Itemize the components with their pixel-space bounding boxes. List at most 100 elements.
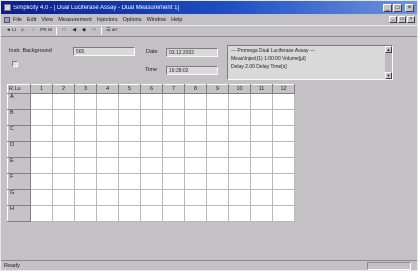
menu-injectors[interactable]: Injectors	[97, 17, 118, 23]
well-cell[interactable]	[52, 205, 75, 222]
well-cell[interactable]	[206, 109, 229, 126]
well-cell[interactable]	[30, 205, 53, 222]
row-header[interactable]: A	[7, 93, 31, 110]
well-cell[interactable]	[250, 189, 273, 206]
column-header[interactable]: 3	[74, 84, 97, 94]
well-cell[interactable]	[30, 157, 53, 174]
column-header[interactable]: 2	[52, 84, 75, 94]
well-cell[interactable]	[118, 189, 141, 206]
well-cell[interactable]	[250, 157, 273, 174]
well-cell[interactable]	[272, 125, 295, 142]
tool-button-5[interactable]: □	[60, 27, 68, 35]
well-cell[interactable]	[96, 157, 119, 174]
well-cell[interactable]	[184, 189, 207, 206]
row-header[interactable]: C	[7, 125, 31, 142]
notes-scrollbar[interactable]: ▲ ▼	[385, 46, 392, 79]
well-cell[interactable]	[272, 189, 295, 206]
row-header[interactable]: G	[7, 189, 31, 206]
well-cell[interactable]	[228, 205, 251, 222]
well-cell[interactable]	[162, 141, 185, 158]
well-cell[interactable]	[184, 173, 207, 190]
well-cell[interactable]	[272, 205, 295, 222]
row-header[interactable]: H	[7, 205, 31, 222]
column-header[interactable]: 11	[250, 84, 273, 94]
menu-window[interactable]: Window	[147, 17, 167, 23]
well-cell[interactable]	[250, 173, 273, 190]
menu-edit[interactable]: Edit	[27, 17, 36, 23]
well-cell[interactable]	[228, 189, 251, 206]
well-cell[interactable]	[162, 205, 185, 222]
doc-minimize-button[interactable]: _	[389, 16, 397, 23]
menu-options[interactable]: Options	[123, 17, 142, 23]
doc-close-button[interactable]: ×	[407, 16, 415, 23]
well-cell[interactable]	[250, 141, 273, 158]
well-cell[interactable]	[184, 93, 207, 110]
app-icon[interactable]	[4, 4, 11, 11]
maximize-button[interactable]: □	[393, 3, 402, 12]
tool-button-3[interactable]: ≡	[29, 27, 37, 35]
column-header[interactable]: 12	[272, 84, 295, 94]
well-cell[interactable]	[74, 205, 97, 222]
well-cell[interactable]	[30, 93, 53, 110]
well-cell[interactable]	[74, 173, 97, 190]
date-field[interactable]: 03.12.2002	[166, 48, 218, 57]
well-cell[interactable]	[206, 157, 229, 174]
row-header[interactable]: F	[7, 173, 31, 190]
well-cell[interactable]	[140, 173, 163, 190]
column-header[interactable]: 4	[96, 84, 119, 94]
well-cell[interactable]	[30, 189, 53, 206]
tool-button-1[interactable]: ◄ Lt	[5, 27, 17, 35]
well-cell[interactable]	[118, 173, 141, 190]
well-cell[interactable]	[118, 125, 141, 142]
well-cell[interactable]	[228, 109, 251, 126]
well-cell[interactable]	[206, 141, 229, 158]
well-cell[interactable]	[206, 173, 229, 190]
well-cell[interactable]	[74, 157, 97, 174]
column-header[interactable]: 5	[118, 84, 141, 94]
menu-file[interactable]: File	[13, 17, 22, 23]
well-cell[interactable]	[52, 109, 75, 126]
well-cell[interactable]	[96, 125, 119, 142]
column-header[interactable]: 7	[162, 84, 185, 94]
well-cell[interactable]	[162, 93, 185, 110]
well-cell[interactable]	[272, 109, 295, 126]
well-cell[interactable]	[140, 125, 163, 142]
background-field[interactable]: 565	[73, 47, 135, 56]
well-cell[interactable]	[206, 93, 229, 110]
well-cell[interactable]	[184, 205, 207, 222]
row-header[interactable]: D	[7, 141, 31, 158]
well-cell[interactable]	[140, 141, 163, 158]
tool-button-2[interactable]: ▶	[19, 27, 27, 35]
tool-button-6[interactable]: ◀	[70, 27, 78, 35]
well-cell[interactable]	[206, 189, 229, 206]
well-cell[interactable]	[96, 141, 119, 158]
well-cell[interactable]	[228, 141, 251, 158]
well-cell[interactable]	[140, 93, 163, 110]
option-checkbox[interactable]	[12, 61, 18, 67]
well-cell[interactable]	[228, 125, 251, 142]
well-cell[interactable]	[184, 125, 207, 142]
well-cell[interactable]	[52, 125, 75, 142]
well-cell[interactable]	[74, 93, 97, 110]
well-cell[interactable]	[228, 93, 251, 110]
well-cell[interactable]	[30, 109, 53, 126]
column-header[interactable]: 6	[140, 84, 163, 94]
column-header[interactable]: 10	[228, 84, 251, 94]
well-cell[interactable]	[118, 93, 141, 110]
time-field[interactable]: 16:28:02	[166, 66, 218, 75]
well-cell[interactable]	[118, 157, 141, 174]
well-cell[interactable]	[140, 157, 163, 174]
tool-button-8[interactable]: ⇆	[90, 27, 98, 35]
well-cell[interactable]	[74, 189, 97, 206]
well-cell[interactable]	[162, 157, 185, 174]
menu-view[interactable]: View	[41, 17, 53, 23]
well-cell[interactable]	[206, 125, 229, 142]
well-cell[interactable]	[52, 141, 75, 158]
doc-restore-button[interactable]: ▭	[398, 16, 406, 23]
column-header[interactable]: 8	[184, 84, 207, 94]
well-cell[interactable]	[96, 109, 119, 126]
tool-button-7[interactable]: ◆	[80, 27, 88, 35]
assay-notes-memo[interactable]: --- Promega Dual Luciferase Assay --- Me…	[227, 45, 393, 80]
scroll-up-icon[interactable]: ▲	[385, 46, 392, 53]
well-cell[interactable]	[162, 109, 185, 126]
